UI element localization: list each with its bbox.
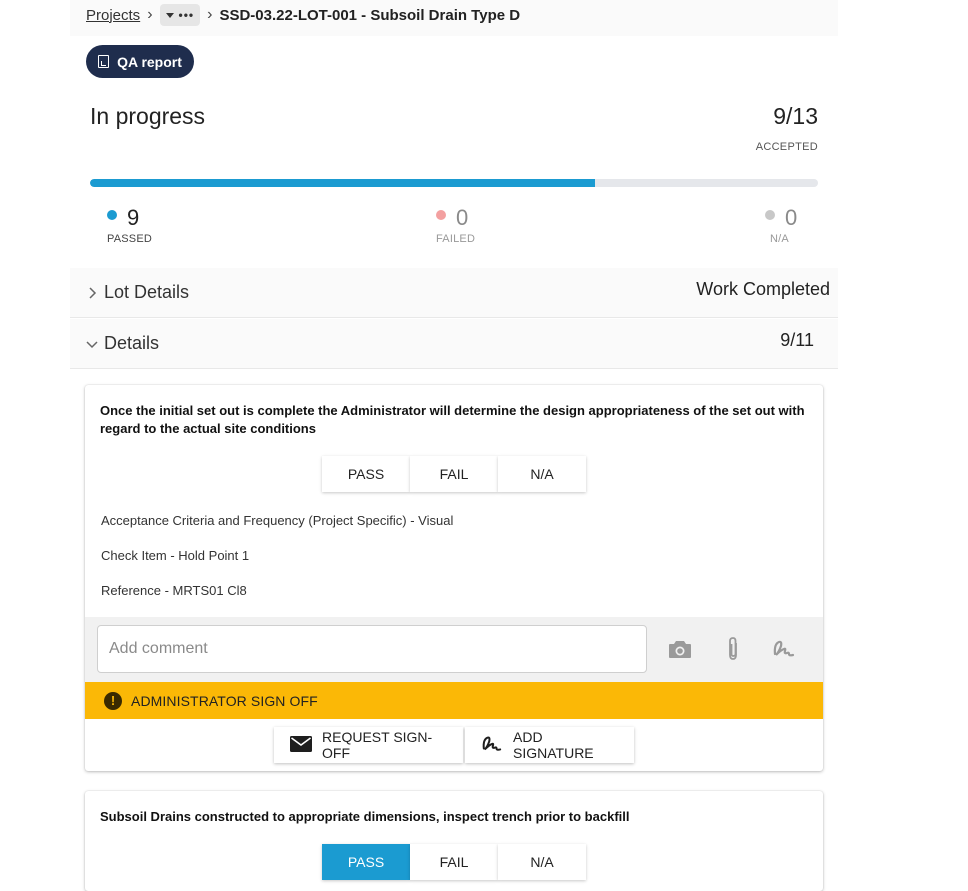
envelope-icon — [290, 735, 312, 755]
details-count: 9/11 — [780, 330, 814, 350]
paperclip-icon[interactable] — [720, 635, 746, 663]
na-dot-icon — [765, 210, 775, 220]
chevron-right-icon — [82, 286, 102, 299]
lot-status: In progress — [90, 103, 206, 129]
progress-bar — [90, 179, 818, 187]
failed-count: 0 — [456, 205, 469, 230]
more-icon: ••• — [178, 8, 195, 22]
check-item: Check Item - Hold Point 1 — [101, 548, 250, 563]
acceptance-criteria: Acceptance Criteria and Frequency (Proje… — [101, 513, 454, 528]
lot-details-status: Work Completed — [696, 279, 830, 299]
request-signoff-label: REQUEST SIGN-OFF — [322, 729, 433, 761]
warning-icon: ! — [104, 691, 122, 710]
caret-down-icon — [165, 12, 174, 18]
chevron-right-icon: › — [147, 6, 153, 23]
pass-option[interactable]: PASS — [322, 456, 410, 492]
lot-details-title: Lot Details — [104, 282, 190, 302]
breadcrumb: Projects › ••• › SSD-03.22-LOT-001 - Sub… — [86, 4, 520, 26]
breadcrumb-current: SSD-03.22-LOT-001 - Subsoil Drain Type D — [219, 6, 521, 24]
add-signature-label: ADD SIGNATURE — [513, 729, 594, 761]
request-signoff-button[interactable]: REQUEST SIGN-OFF — [274, 727, 463, 763]
result-selector: PASS FAIL N/A — [322, 456, 586, 492]
qa-report-label: QA report — [117, 53, 182, 70]
document-icon — [98, 55, 110, 68]
failed-label: FAILED — [436, 233, 476, 245]
na-option[interactable]: N/A — [498, 844, 586, 880]
check-item-card: Subsoil Drains constructed to appropriat… — [85, 791, 823, 891]
accepted-label: ACCEPTED — [755, 141, 818, 153]
result-selector: PASS FAIL N/A — [322, 844, 586, 880]
failed-dot-icon — [436, 210, 446, 220]
passed-dot-icon — [107, 210, 117, 220]
chevron-down-icon — [82, 339, 102, 349]
details-section[interactable]: Details 9/11 — [70, 319, 838, 369]
details-title: Details — [104, 333, 160, 353]
comment-area — [85, 617, 823, 682]
check-question: Once the initial set out is complete the… — [100, 403, 805, 436]
add-signature-button[interactable]: ADD SIGNATURE — [465, 727, 634, 763]
accepted-ratio: 9/13 — [773, 103, 818, 129]
comment-input[interactable] — [97, 625, 647, 673]
stat-failed: 0 FAILED — [436, 205, 475, 245]
passed-label: PASSED — [107, 233, 153, 245]
chevron-right-icon: › — [207, 6, 213, 23]
breadcrumb-projects-link[interactable]: Projects — [86, 7, 140, 24]
signoff-label: ADMINISTRATOR SIGN OFF — [131, 692, 318, 709]
check-item-card: Once the initial set out is complete the… — [85, 385, 823, 771]
fail-option[interactable]: FAIL — [410, 844, 498, 880]
check-question: Subsoil Drains constructed to appropriat… — [100, 809, 630, 824]
administrator-signoff-banner: ! ADMINISTRATOR SIGN OFF — [85, 682, 823, 719]
na-option[interactable]: N/A — [498, 456, 586, 492]
stat-na: 0 N/A — [765, 205, 797, 245]
fail-option[interactable]: FAIL — [410, 456, 498, 492]
signature-icon[interactable] — [771, 635, 797, 663]
signature-icon — [481, 734, 503, 757]
na-count: 0 — [785, 205, 798, 230]
breadcrumb-menu-button[interactable]: ••• — [159, 4, 201, 26]
camera-icon[interactable] — [667, 635, 693, 663]
passed-count: 9 — [127, 205, 140, 230]
stat-passed: 9 PASSED — [107, 205, 152, 245]
progress-fill — [90, 179, 595, 187]
lot-details-section[interactable]: Lot Details Work Completed — [70, 268, 838, 318]
qa-report-button[interactable]: QA report — [86, 45, 194, 78]
reference: Reference - MRTS01 Cl8 — [101, 583, 247, 598]
na-label: N/A — [770, 233, 789, 245]
pass-option[interactable]: PASS — [322, 844, 410, 880]
